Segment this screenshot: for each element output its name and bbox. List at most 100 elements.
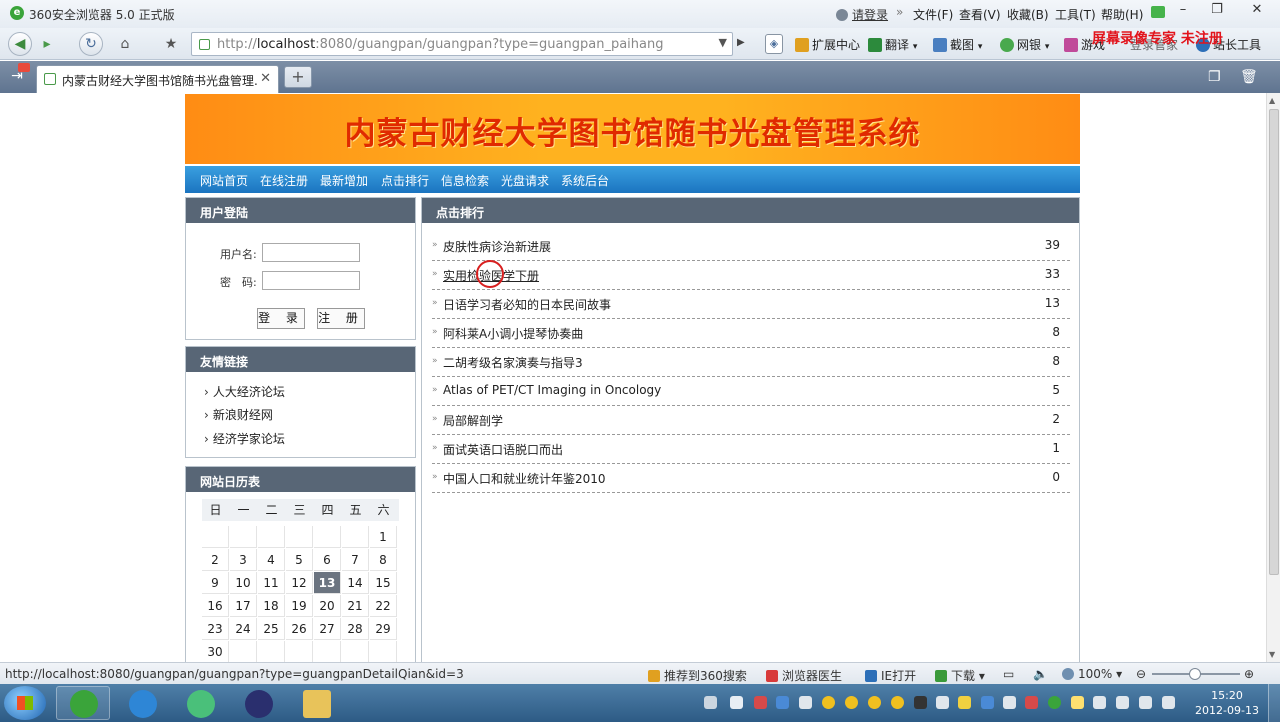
tray-icon-4[interactable]	[799, 696, 812, 709]
browser-doctor-button[interactable]: 浏览器医生	[766, 667, 842, 684]
calendar-day[interactable]: 28	[342, 618, 369, 640]
link-rd-economics-forum[interactable]: 人大经济论坛	[204, 383, 285, 400]
calendar-day[interactable]: 12	[286, 572, 313, 594]
taskbar-ie[interactable]	[115, 686, 169, 720]
menu-file[interactable]: 文件(F)	[913, 6, 953, 23]
tab-active[interactable]: 内蒙古财经大学图书馆随书光盘管理... ✕	[36, 65, 279, 93]
calendar-day[interactable]: 22	[370, 595, 397, 617]
calendar-day[interactable]: 1	[370, 526, 397, 548]
calendar-day-today[interactable]: 13	[314, 572, 341, 594]
calendar-day[interactable]: 26	[286, 618, 313, 640]
shield-tray-icon[interactable]	[981, 696, 994, 709]
favorite-star-button[interactable]: ★	[160, 33, 182, 55]
tray-keyboard-icon[interactable]	[704, 696, 717, 709]
scrollbar-thumb[interactable]	[1269, 109, 1279, 575]
menu-favorites[interactable]: 收藏(B)	[1007, 6, 1049, 23]
address-dropdown-icon[interactable]: ▼	[719, 36, 727, 49]
translate-button[interactable]: 翻译 ▾	[868, 36, 917, 53]
nav-latest[interactable]: 最新增加	[320, 172, 368, 189]
close-button[interactable]: ✕	[1234, 0, 1280, 22]
calendar-day[interactable]: 6	[314, 549, 341, 571]
calendar-day[interactable]: 2	[202, 549, 229, 571]
password-input[interactable]	[262, 271, 360, 290]
ranking-item-title[interactable]: 二胡考级名家演奏与指导3	[443, 354, 583, 371]
extensions-center-button[interactable]: 扩展中心	[795, 36, 860, 53]
link-economist-forum[interactable]: 经济学家论坛	[204, 430, 285, 447]
tray-icon-6[interactable]	[936, 696, 949, 709]
calendar-day[interactable]: 9	[202, 572, 229, 594]
register-button[interactable]: 注 册	[317, 308, 365, 329]
ranking-item-title[interactable]: 阿科莱A小调小提琴协奏曲	[443, 325, 583, 342]
go-button[interactable]: ▶	[737, 37, 745, 48]
zoom-in-icon[interactable]: ⊕	[1244, 667, 1254, 681]
calendar-day[interactable]: 16	[202, 595, 229, 617]
security-shield-icon[interactable]: ◈	[765, 34, 783, 54]
new-tab-button[interactable]: +	[284, 66, 312, 88]
calendar-day[interactable]: 15	[370, 572, 397, 594]
tray-icon-10[interactable]	[1071, 696, 1084, 709]
ranking-item-title[interactable]: 中国人口和就业统计年鉴2010	[443, 470, 606, 487]
download-button[interactable]: 下载 ▾	[935, 667, 985, 684]
scroll-up-icon[interactable]: ▲	[1269, 96, 1275, 105]
tray-icon-8[interactable]	[1003, 696, 1016, 709]
calendar-day[interactable]: 7	[342, 549, 369, 571]
calendar-day[interactable]: 19	[286, 595, 313, 617]
calendar-day[interactable]: 8	[370, 549, 397, 571]
tray-360-icon[interactable]	[1048, 696, 1061, 709]
tray-icon-9[interactable]	[1025, 696, 1038, 709]
nav-home[interactable]: 网站首页	[200, 172, 248, 189]
zoom-slider-knob[interactable]	[1189, 668, 1201, 680]
power-icon[interactable]	[1116, 696, 1129, 709]
ranking-item-title[interactable]: 日语学习者必知的日本民间故事	[443, 296, 611, 313]
restore-button[interactable]: ❐	[1200, 0, 1234, 22]
username-input[interactable]	[262, 243, 360, 262]
calendar-day[interactable]: 3	[230, 549, 257, 571]
menu-help[interactable]: 帮助(H)	[1101, 6, 1143, 23]
address-url[interactable]: http://localhost:8080/guangpan/guangpan?…	[217, 37, 664, 52]
home-button[interactable]: ⌂	[114, 33, 136, 55]
menu-view[interactable]: 查看(V)	[959, 6, 1001, 23]
nav-register[interactable]: 在线注册	[260, 172, 308, 189]
calendar-day[interactable]: 5	[286, 549, 313, 571]
calendar-day[interactable]: 25	[258, 618, 285, 640]
qq-icon[interactable]	[845, 696, 858, 709]
tray-icon-3[interactable]	[776, 696, 789, 709]
sound-icon[interactable]: 🔈	[1033, 667, 1048, 681]
calendar-day[interactable]: 4	[258, 549, 285, 571]
flag-icon[interactable]	[1093, 696, 1106, 709]
nav-disc-request[interactable]: 光盘请求	[501, 172, 549, 189]
ranking-item-title[interactable]: 皮肤性病诊治新进展	[443, 238, 551, 255]
ranking-item-title[interactable]: Atlas of PET/CT Imaging in Oncology	[443, 383, 661, 397]
calendar-day[interactable]: 23	[202, 618, 229, 640]
screenshot-button[interactable]: 截图 ▾	[933, 36, 982, 53]
monitor-icon[interactable]: ▭	[1003, 667, 1014, 681]
taskbar-explorer[interactable]	[289, 686, 343, 720]
login-link[interactable]: 请登录	[836, 6, 888, 23]
taskbar-app-green[interactable]	[173, 686, 227, 720]
calendar-day[interactable]: 10	[230, 572, 257, 594]
calendar-day[interactable]: 18	[258, 595, 285, 617]
back-button[interactable]: ◀	[8, 32, 32, 56]
tray-icon-1[interactable]	[730, 696, 743, 709]
calendar-day[interactable]: 14	[342, 572, 369, 594]
calendar-day[interactable]: 20	[314, 595, 341, 617]
netbank-button[interactable]: 网银 ▾	[1000, 36, 1049, 53]
login-button[interactable]: 登 录	[257, 308, 305, 329]
network-icon[interactable]	[1139, 696, 1152, 709]
page-scrollbar[interactable]: ▲ ▼	[1266, 93, 1280, 662]
taskbar-360-browser[interactable]	[56, 686, 110, 720]
taskbar-clock[interactable]: 15:20 2012-09-13	[1192, 688, 1262, 718]
calendar-day[interactable]: 24	[230, 618, 257, 640]
zoom-out-icon[interactable]: ⊖	[1136, 667, 1146, 681]
ranking-item-title[interactable]: 面试英语口语脱口而出	[443, 441, 563, 458]
recommend-360-button[interactable]: 推荐到360搜索	[648, 667, 747, 684]
address-bar[interactable]: http://localhost:8080/guangpan/guangpan?…	[191, 32, 733, 56]
scroll-down-icon[interactable]: ▼	[1269, 650, 1275, 659]
link-sina-finance[interactable]: 新浪财经网	[204, 406, 273, 423]
qq-icon[interactable]	[891, 696, 904, 709]
tray-icon-5[interactable]	[914, 696, 927, 709]
forward-button[interactable]: ▸	[36, 33, 58, 55]
tray-icon-7[interactable]	[958, 696, 971, 709]
tray-icon-2[interactable]	[754, 696, 767, 709]
calendar-day[interactable]: 11	[258, 572, 285, 594]
